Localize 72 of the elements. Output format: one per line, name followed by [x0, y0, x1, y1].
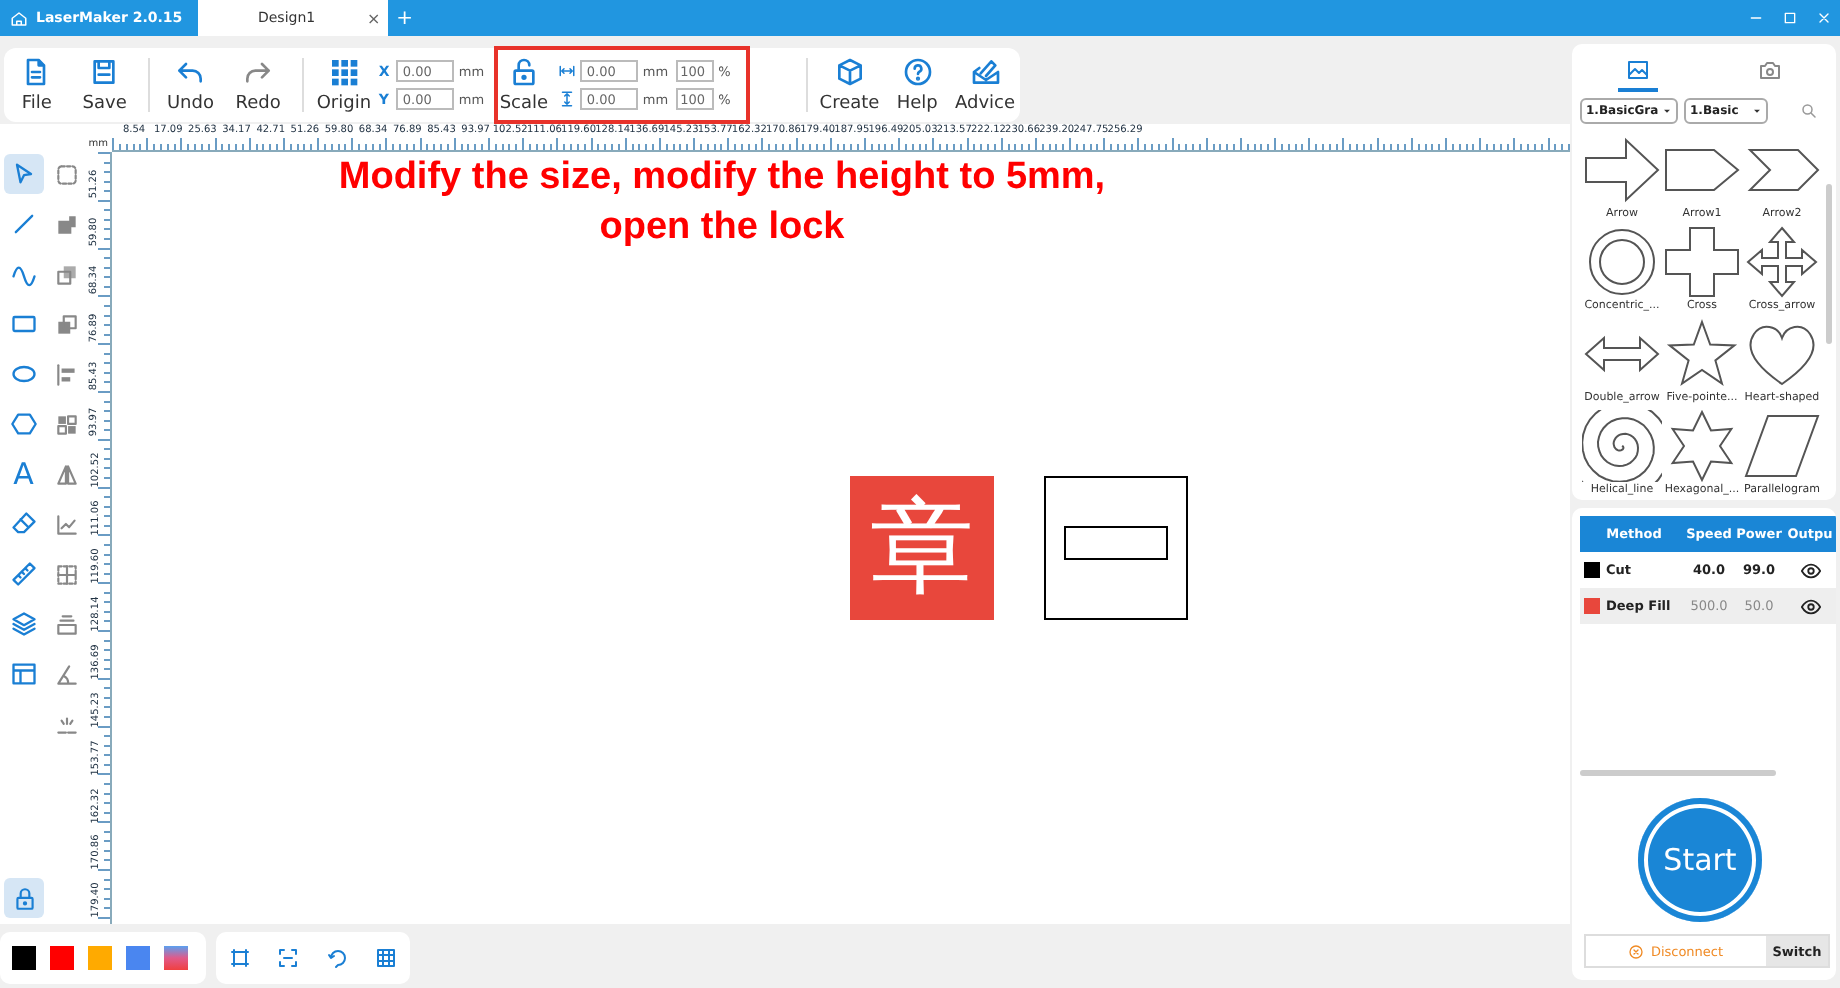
angle-icon[interactable]	[53, 661, 80, 687]
help-button[interactable]: Help	[884, 48, 951, 122]
line-icon	[9, 210, 38, 238]
circle-x-icon	[1628, 943, 1645, 959]
pointer-tool[interactable]	[3, 154, 44, 194]
save-icon	[88, 56, 121, 88]
height-icon	[558, 90, 577, 108]
rectangle-icon	[9, 310, 38, 338]
parallelogram-shape-icon	[1742, 410, 1822, 482]
close-icon[interactable]	[1816, 10, 1832, 26]
file-button[interactable]: File	[4, 48, 70, 122]
offset-squares-icon[interactable]	[53, 311, 80, 337]
gradient-swatch[interactable]	[164, 946, 188, 970]
layers-icon	[9, 610, 38, 638]
eye-icon[interactable]	[1799, 559, 1821, 581]
cross-arrow-shape-icon	[1742, 226, 1822, 298]
eye-icon[interactable]	[1799, 595, 1821, 617]
star-shape-icon	[1662, 318, 1742, 390]
help-icon	[901, 56, 934, 88]
scroll-bar[interactable]	[1826, 184, 1832, 344]
arrow-shape-icon	[1582, 134, 1662, 206]
scale-button[interactable]: Scale	[491, 48, 557, 122]
lock-icon	[11, 885, 37, 911]
wave-icon	[9, 260, 38, 288]
color-swatch[interactable]	[88, 946, 112, 970]
dot-grid-button[interactable]: Origin	[311, 48, 377, 122]
framed-rectangle-shape	[1044, 476, 1188, 620]
dashed-square-icon[interactable]	[53, 161, 80, 187]
lock-button[interactable]	[4, 878, 44, 918]
scroll-bar[interactable]	[1580, 770, 1776, 776]
grid-icon[interactable]	[373, 946, 398, 970]
split-square-icon[interactable]	[53, 561, 80, 587]
maximize-icon[interactable]	[1782, 10, 1798, 26]
cube-button[interactable]: Create	[816, 48, 883, 122]
home-icon[interactable]	[10, 9, 28, 27]
ellipse-icon	[9, 360, 38, 388]
layout-icon	[9, 660, 38, 688]
filled-squares-icon[interactable]	[53, 211, 80, 237]
start-button[interactable]: Start	[1638, 798, 1762, 922]
text-tool[interactable]: A	[3, 454, 44, 494]
color-swatch[interactable]	[12, 946, 36, 970]
undo-button[interactable]: Undo	[157, 48, 224, 122]
triangles-icon[interactable]	[53, 461, 80, 487]
camera-icon	[1758, 58, 1782, 82]
instruction-text: Modify the size, modify the height to 5mm,	[336, 154, 1108, 202]
frame-icon[interactable]	[228, 946, 253, 970]
spiral-shape-icon	[1582, 410, 1662, 482]
stack-icon[interactable]	[53, 611, 80, 637]
lock-icon	[507, 56, 540, 88]
envelope-pen-icon	[969, 56, 1002, 88]
align-left-icon[interactable]	[53, 361, 80, 387]
eraser-icon	[9, 510, 38, 538]
tiles-icon[interactable]	[53, 411, 80, 437]
image-icon	[1626, 58, 1650, 82]
instruction-text: open the lock	[597, 204, 847, 252]
cube-icon	[833, 56, 866, 88]
search-icon[interactable]	[1800, 101, 1818, 119]
envelope-pen-button[interactable]: Advice	[952, 48, 1018, 122]
width-icon	[558, 62, 577, 80]
ruler-icon	[9, 560, 38, 588]
rotate-icon[interactable]	[325, 946, 350, 970]
color-swatch[interactable]	[126, 946, 150, 970]
save-button[interactable]: Save	[71, 48, 138, 122]
scan-icon[interactable]	[276, 946, 301, 970]
hexagon-icon	[9, 410, 38, 438]
line-graph-icon[interactable]	[53, 511, 80, 537]
dot-grid-icon	[327, 56, 360, 88]
overlapping-squares-icon[interactable]	[53, 261, 80, 287]
color-swatch[interactable]	[50, 946, 74, 970]
cross-shape-icon	[1662, 226, 1742, 298]
tab-close-button[interactable]: ×	[366, 9, 381, 27]
stamp-shape: 章	[850, 476, 994, 620]
